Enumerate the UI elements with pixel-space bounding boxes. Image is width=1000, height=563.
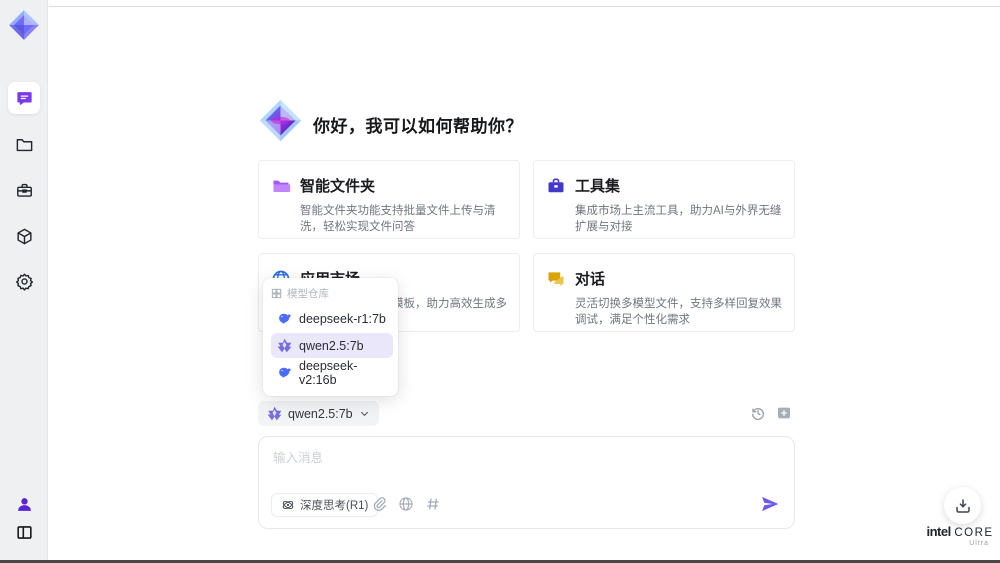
hash-icon[interactable] — [425, 496, 441, 512]
card-description: 灵活切换多模型文件，支持多样回复效果调试，满足个性化需求 — [575, 298, 782, 326]
card-description: 智能文件夹功能支持批量文件上传与清洗，轻松实现文件问答 — [300, 205, 496, 233]
model-dropdown: 模型仓库 deepseek-r1:7b qwen2.5:7b deepseek-… — [263, 278, 398, 396]
card-title: 对话 — [575, 271, 606, 288]
sidebar-item-settings[interactable] — [8, 265, 40, 297]
user-icon — [17, 497, 31, 511]
card-smart-folder[interactable]: 智能文件夹 智能文件夹功能支持批量文件上传与清洗，轻松实现文件问答 — [258, 160, 520, 239]
attachment-icon[interactable] — [371, 496, 387, 512]
deepseek-icon — [279, 313, 291, 324]
model-option-qwen[interactable]: qwen2.5:7b — [271, 333, 393, 358]
sidebar — [0, 0, 48, 563]
sidebar-item-models[interactable] — [8, 220, 40, 252]
ultra-wordmark: Ultra — [969, 540, 989, 547]
intel-wordmark: intel — [926, 524, 951, 539]
download-button[interactable] — [944, 487, 981, 524]
model-option-label: deepseek-r1:7b — [299, 311, 386, 326]
qwen-icon — [277, 338, 292, 353]
toolbox-icon — [16, 183, 32, 197]
smart-folder-icon — [273, 180, 291, 192]
window-top-border — [49, 6, 1000, 7]
download-icon — [955, 498, 970, 513]
chat-icon — [16, 91, 32, 105]
assistant-logo-icon — [258, 98, 303, 143]
model-option-label: qwen2.5:7b — [299, 338, 364, 353]
sidebar-item-folders[interactable] — [8, 128, 40, 160]
selected-model-label: qwen2.5:7b — [288, 406, 353, 421]
folder-icon — [16, 138, 32, 151]
panel-layout-icon — [16, 525, 32, 539]
deep-think-toggle[interactable]: 深度思考(R1) — [271, 493, 379, 517]
deep-think-label: 深度思考(R1) — [300, 500, 369, 512]
card-title: 智能文件夹 — [300, 178, 376, 195]
model-group-label: 模型仓库 — [287, 287, 329, 300]
qwen-icon — [267, 406, 282, 421]
model-option-deepseek-v2[interactable]: deepseek-v2:16b — [271, 358, 393, 387]
new-chat-icon[interactable] — [776, 405, 792, 421]
atom-icon — [282, 501, 294, 509]
toolset-icon — [548, 178, 564, 192]
repository-icon — [271, 288, 282, 298]
card-toolset[interactable]: 工具集 集成市场上主流工具，助力AI与外界无缝扩展与对接 — [533, 160, 795, 239]
model-group-row: 模型仓库 — [271, 286, 393, 300]
model-option-deepseek-r1[interactable]: deepseek-r1:7b — [271, 306, 393, 331]
globe-icon[interactable] — [398, 496, 414, 512]
core-wordmark: CORE — [954, 527, 994, 539]
send-icon[interactable] — [760, 494, 780, 514]
model-selector[interactable]: qwen2.5:7b — [258, 401, 379, 426]
deepseek-icon — [279, 367, 291, 378]
dialogue-icon — [548, 271, 564, 286]
card-title: 工具集 — [575, 178, 621, 195]
sidebar-item-panel[interactable] — [8, 516, 40, 548]
model-option-label: deepseek-v2:16b — [299, 358, 358, 387]
greeting-title: 你好，我可以如何帮助你？ — [313, 117, 523, 136]
sidebar-item-chat[interactable] — [8, 82, 40, 114]
message-input-placeholder[interactable]: 输入消息 — [273, 447, 323, 466]
chevron-down-icon — [360, 411, 368, 417]
gear-icon — [15, 273, 33, 291]
sidebar-item-toolbox[interactable] — [8, 174, 40, 206]
cube-icon — [16, 228, 32, 244]
app-logo-icon[interactable] — [7, 8, 41, 42]
intel-core-ultra-logo: intel CORE Ultra — [925, 524, 995, 547]
history-icon[interactable] — [750, 405, 766, 421]
message-composer[interactable]: 输入消息 深度思考(R1) — [258, 436, 795, 529]
card-description: 集成市场上主流工具，助力AI与外界无缝扩展与对接 — [575, 205, 782, 233]
card-dialogue[interactable]: 对话 灵活切换多模型文件，支持多样回复效果调试，满足个性化需求 — [533, 253, 795, 332]
